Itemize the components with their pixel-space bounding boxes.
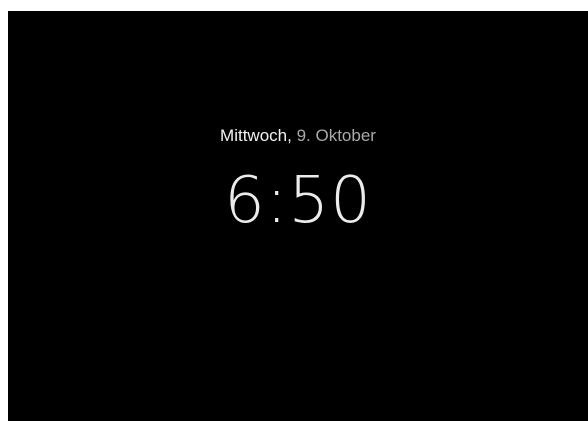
date-label: 9. Oktober [291,126,376,145]
date-display: Mittwoch, 9. Oktober [8,126,588,146]
weekday-label: Mittwoch, [220,126,292,145]
lock-screen[interactable]: Mittwoch, 9. Oktober 6:50 [8,11,588,421]
page-frame: Mittwoch, 9. Oktober 6:50 [0,0,588,421]
clock-time: 6:50 [224,164,372,238]
